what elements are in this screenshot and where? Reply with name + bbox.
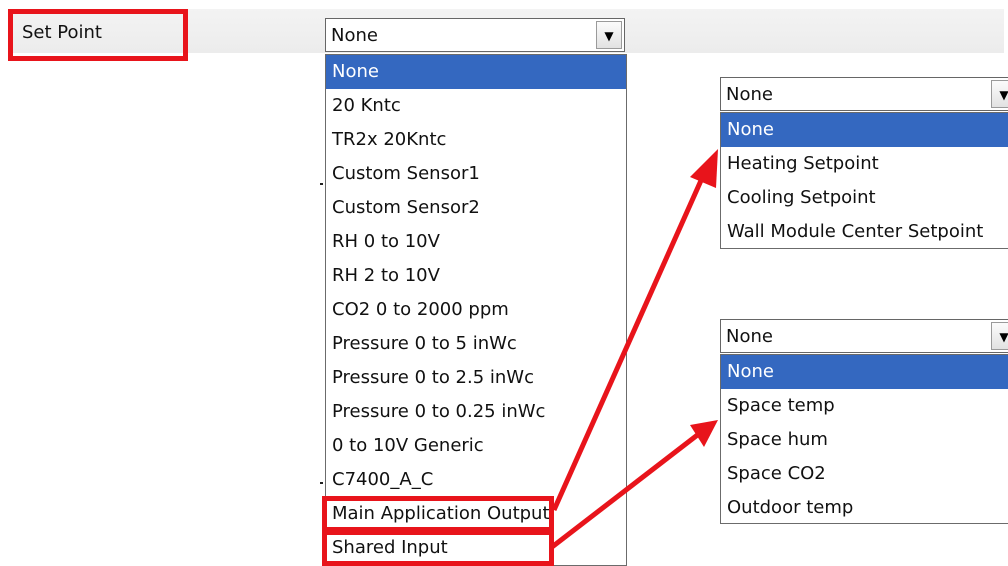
arrow-head (690, 149, 718, 188)
annotation-arrows (550, 149, 718, 549)
arrow-line (550, 431, 702, 549)
arrow-head (690, 420, 718, 447)
arrow-line (551, 174, 706, 512)
